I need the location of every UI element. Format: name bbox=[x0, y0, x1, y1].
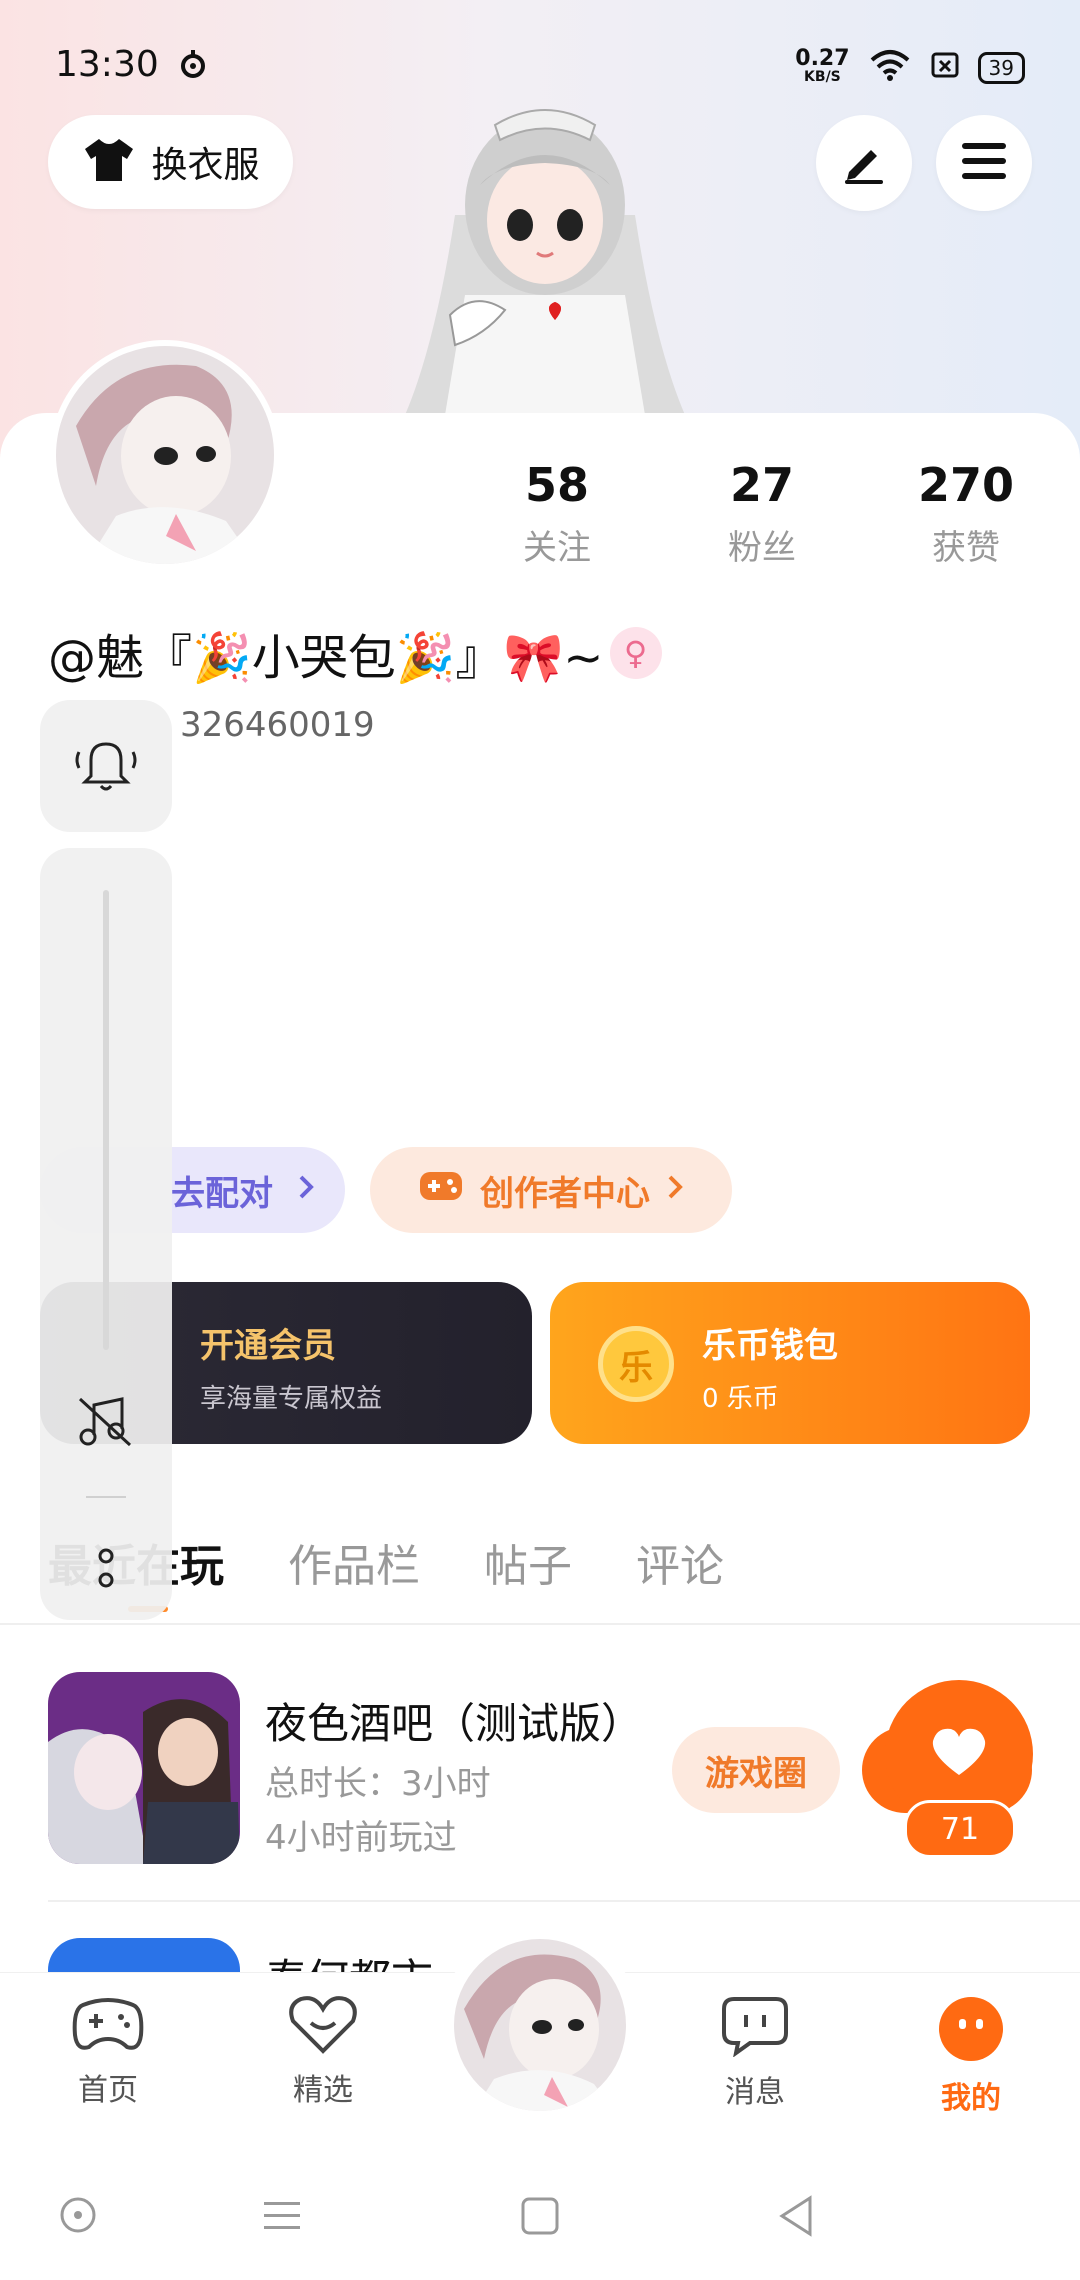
stat-likes[interactable]: 270 获赞 bbox=[886, 458, 1046, 569]
vip-title: 开通会员 bbox=[200, 1326, 336, 1366]
nav-label: 我的 bbox=[941, 2081, 1001, 2116]
ringer-toggle[interactable] bbox=[40, 700, 172, 832]
tab-works[interactable]: 作品栏 bbox=[288, 1530, 420, 1594]
bell-icon bbox=[71, 732, 141, 800]
back-icon[interactable] bbox=[776, 2194, 816, 2242]
game-title[interactable]: 夜色酒吧（测试版） bbox=[265, 1690, 643, 1751]
game-icon[interactable] bbox=[48, 1672, 240, 1864]
gamepad-icon bbox=[71, 1998, 145, 2059]
user-id[interactable]: 326460019 bbox=[180, 705, 375, 745]
message-icon bbox=[720, 1997, 790, 2061]
battery-indicator: 39 bbox=[977, 52, 1025, 84]
app-notification-icon bbox=[175, 46, 211, 86]
female-gender-badge: ♀ bbox=[609, 627, 662, 679]
hamburger-icon bbox=[959, 139, 1009, 187]
game-last-played: 4小时前玩过 bbox=[265, 1818, 457, 1858]
volume-slider-track[interactable] bbox=[103, 890, 109, 1350]
pair-label: 去配对 bbox=[171, 1173, 273, 1214]
stat-label: 粉丝 bbox=[728, 528, 796, 568]
game-duration: 总时长：3小时 bbox=[265, 1764, 491, 1804]
nav-home[interactable]: 首页 bbox=[38, 1995, 178, 2109]
coin-icon: 乐 bbox=[598, 1326, 674, 1402]
game-circle-button[interactable]: 游戏圈 bbox=[672, 1727, 840, 1813]
heart-icon bbox=[287, 1996, 359, 2059]
menu-button[interactable] bbox=[936, 115, 1032, 211]
shirt-icon bbox=[81, 135, 137, 189]
nav-featured[interactable]: 精选 bbox=[253, 1995, 393, 2109]
edit-button[interactable] bbox=[816, 115, 912, 211]
tab-comments[interactable]: 评论 bbox=[636, 1530, 724, 1594]
pen-icon bbox=[839, 136, 889, 190]
stat-following[interactable]: 58 关注 bbox=[477, 458, 637, 569]
stat-label: 获赞 bbox=[932, 528, 1000, 568]
stat-followers[interactable]: 27 粉丝 bbox=[682, 458, 842, 569]
nav-profile[interactable]: 我的 bbox=[901, 1995, 1041, 2117]
stat-value: 27 bbox=[729, 458, 794, 512]
wifi-icon bbox=[868, 48, 912, 88]
home-icon[interactable] bbox=[520, 2196, 560, 2240]
coin-title: 乐币钱包 bbox=[702, 1326, 838, 1366]
like-count: 71 bbox=[904, 1800, 1016, 1858]
heart-icon bbox=[929, 1725, 989, 1783]
profile-face-icon bbox=[937, 1997, 1005, 2067]
chevron-right-icon bbox=[297, 1170, 315, 1210]
coin-balance: 0 乐币 bbox=[702, 1384, 779, 1414]
chevron-right-icon bbox=[666, 1170, 684, 1210]
divider bbox=[0, 1623, 1080, 1625]
avatar-character-figure[interactable] bbox=[395, 95, 695, 415]
tab-posts[interactable]: 帖子 bbox=[484, 1530, 572, 1594]
nav-label: 消息 bbox=[725, 2075, 785, 2110]
creator-center-label: 创作者中心 bbox=[480, 1173, 650, 1214]
center-avatar-button[interactable] bbox=[440, 1925, 640, 2125]
music-off-icon bbox=[76, 1395, 134, 1451]
sim-icon bbox=[930, 50, 960, 86]
dress-up-label: 换衣服 bbox=[151, 145, 260, 186]
username-row: @魅『🎉小哭包🎉』🎀~ ♀ bbox=[48, 618, 662, 688]
divider bbox=[48, 1900, 1080, 1902]
divider bbox=[86, 1496, 126, 1498]
assistant-icon[interactable] bbox=[58, 2195, 98, 2239]
profile-avatar[interactable] bbox=[50, 340, 280, 570]
more-options-icon[interactable] bbox=[98, 1548, 114, 1596]
nav-label: 精选 bbox=[293, 2073, 353, 2108]
status-time: 13:30 bbox=[55, 44, 159, 85]
status-icons: 0.27 KB/S 39 bbox=[795, 48, 1025, 88]
nav-label: 首页 bbox=[78, 2073, 138, 2108]
username: @魅『🎉小哭包🎉』🎀~ bbox=[48, 630, 604, 686]
creator-center-button[interactable]: 创作者中心 bbox=[370, 1147, 732, 1233]
stat-label: 关注 bbox=[523, 528, 591, 568]
dress-up-button[interactable]: 换衣服 bbox=[48, 115, 293, 209]
nav-messages[interactable]: 消息 bbox=[685, 1995, 825, 2111]
stat-value: 58 bbox=[524, 458, 589, 512]
stat-value: 270 bbox=[917, 458, 1015, 512]
recents-icon[interactable] bbox=[262, 2198, 302, 2238]
vip-subtitle: 享海量专属权益 bbox=[200, 1384, 383, 1414]
net-speed: 0.27 KB/S bbox=[795, 46, 850, 86]
coin-wallet-card[interactable]: 乐 乐币钱包 0 乐币 bbox=[550, 1282, 1030, 1444]
gamepad-icon bbox=[418, 1168, 464, 1213]
